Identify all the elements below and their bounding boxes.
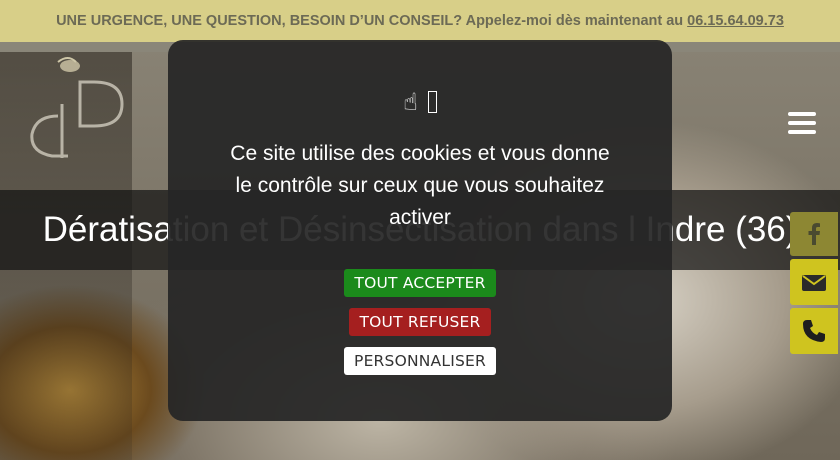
customize-button[interactable]: PERSONNALISER (344, 347, 496, 375)
cookie-message: Ce site utilise des cookies et vous donn… (230, 142, 610, 229)
facebook-icon (808, 223, 820, 245)
pointing-hand-icon: ☝ (403, 88, 418, 116)
urgency-bar: UNE URGENCE, UNE QUESTION, BESOIN D’UN C… (0, 0, 840, 42)
email-button[interactable] (790, 259, 838, 305)
cookie-consent-dialog: ☝ Ce site utilise des cookies et vous do… (168, 40, 672, 421)
phone-button[interactable] (790, 308, 838, 354)
missing-glyph-icon (427, 91, 437, 113)
phone-icon (803, 320, 825, 342)
facebook-button[interactable] (790, 212, 838, 256)
accept-all-button[interactable]: TOUT ACCEPTER (344, 269, 496, 297)
cookie-icons: ☝ (403, 88, 437, 116)
side-contact-buttons (790, 212, 838, 357)
hamburger-menu-icon[interactable] (788, 112, 816, 134)
bee-d-logo-icon (30, 57, 124, 158)
phone-link[interactable]: 06.15.64.09.73 (687, 13, 784, 29)
site-logo[interactable] (18, 54, 130, 162)
urgency-text: UNE URGENCE, UNE QUESTION, BESOIN D’UN C… (56, 13, 684, 29)
refuse-all-button[interactable]: TOUT REFUSER (349, 308, 491, 336)
envelope-icon (802, 275, 826, 291)
